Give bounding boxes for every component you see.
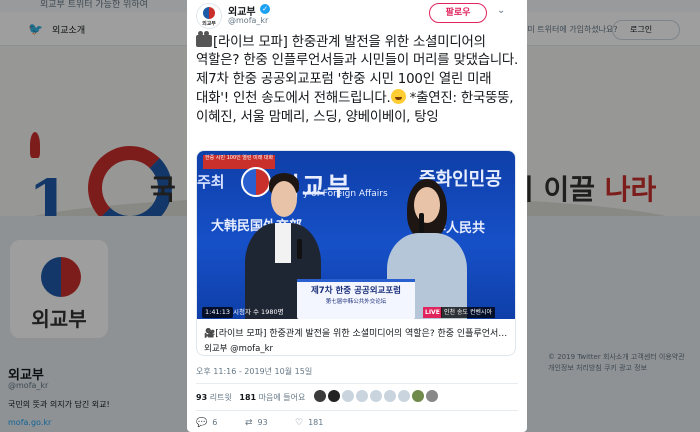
- liker-avatar[interactable]: [313, 389, 327, 403]
- podium-title: 제7차 한중 공공외교포럼: [310, 286, 402, 296]
- like-count-label: 마음에 들어요: [258, 393, 306, 402]
- like-button[interactable]: ♡ 181: [295, 418, 323, 428]
- tweet-header: 외교부 외교부 ✓ @mofa_kr 팔로우 ⌄: [187, 0, 527, 36]
- liker-avatar[interactable]: [341, 389, 355, 403]
- female-host-face: [414, 187, 440, 223]
- liker-avatar[interactable]: [327, 389, 341, 403]
- tweet-modal: 외교부 외교부 ✓ @mofa_kr 팔로우 ⌄ [라이브 모파] 한중관계 발…: [187, 0, 527, 432]
- smiling-face-emoji-icon: [390, 89, 406, 105]
- video-thumbnail[interactable]: 한중 시민 100인 열린 미래 대화 주최 외교부 y of Foreign …: [197, 151, 515, 319]
- tweet-timestamp[interactable]: 오후 11:16 - 2019년 10월 15일: [196, 366, 312, 377]
- event-badge: 한중 시민 100인 열린 미래 대화: [203, 155, 275, 169]
- microphone-icon: [419, 213, 424, 233]
- location-label: 인천 송도 컨벤시아: [441, 307, 495, 318]
- taegeuk-logo-icon: [241, 167, 271, 197]
- author-handle[interactable]: @mofa_kr: [228, 16, 268, 25]
- retweet-count-label: 리트윗: [209, 393, 232, 402]
- like-count[interactable]: 181: [239, 393, 256, 402]
- heart-icon: ♡: [295, 418, 304, 428]
- podium-stripe: [297, 279, 415, 282]
- tweet-stats: 93 리트윗 181 마음에 들어요: [196, 392, 305, 403]
- author-avatar-text: 외교부: [202, 21, 216, 27]
- card-source[interactable]: 외교부 @mofa_kr: [204, 342, 273, 354]
- media-card[interactable]: 한중 시민 100인 열린 미래 대화 주최 외교부 y of Foreign …: [196, 150, 516, 356]
- reply-button[interactable]: 💬 6: [196, 418, 217, 428]
- retweet-action-count: 93: [257, 418, 268, 427]
- like-action-count: 181: [308, 418, 324, 427]
- video-duration: 1:41:13: [202, 307, 234, 318]
- divider: [196, 383, 518, 384]
- card-title[interactable]: 🎥[라이브 모파] 한중관계 발전을 위한 소셜미디어의 역할은? 한중 인플루…: [204, 326, 510, 339]
- backdrop-text-english: y of Foreign Affairs: [303, 189, 388, 199]
- retweet-count[interactable]: 93: [196, 393, 207, 402]
- divider: [196, 410, 518, 411]
- male-host-face: [271, 181, 297, 217]
- verified-badge-icon: ✓: [260, 4, 270, 14]
- backdrop-text-left: 주최: [197, 173, 225, 191]
- movie-camera-emoji-icon: [196, 31, 212, 47]
- retweet-button[interactable]: ⇄ 93: [245, 418, 268, 428]
- liker-avatar[interactable]: [397, 389, 411, 403]
- microphone-icon: [297, 239, 302, 259]
- male-host-shirt: [275, 223, 291, 263]
- podium-subtitle: 第七届中韩公共外交论坛: [325, 299, 387, 305]
- liker-avatar[interactable]: [411, 389, 425, 403]
- retweet-icon: ⇄: [245, 418, 253, 428]
- reply-count: 6: [212, 418, 218, 427]
- liker-avatar[interactable]: [369, 389, 383, 403]
- reply-icon: 💬: [196, 418, 208, 428]
- liker-avatar[interactable]: [355, 389, 369, 403]
- author-avatar[interactable]: 외교부: [196, 3, 222, 29]
- liker-avatar[interactable]: [425, 389, 439, 403]
- taegeuk-logo-icon: [203, 7, 215, 19]
- chevron-down-icon[interactable]: ⌄: [497, 5, 505, 16]
- podium-sign: 제7차 한중 공공외교포럼 第七届中韩公共外交论坛: [297, 279, 415, 319]
- live-badge: LIVE: [423, 307, 442, 318]
- viewer-count: 시청자 수 1980명: [233, 308, 284, 316]
- liker-avatar[interactable]: [383, 389, 397, 403]
- follow-button[interactable]: 팔로우: [429, 3, 487, 23]
- tweet-text: [라이브 모파] 한중관계 발전을 위한 소셜미디어의 역할은? 한중 인플루언…: [196, 31, 522, 127]
